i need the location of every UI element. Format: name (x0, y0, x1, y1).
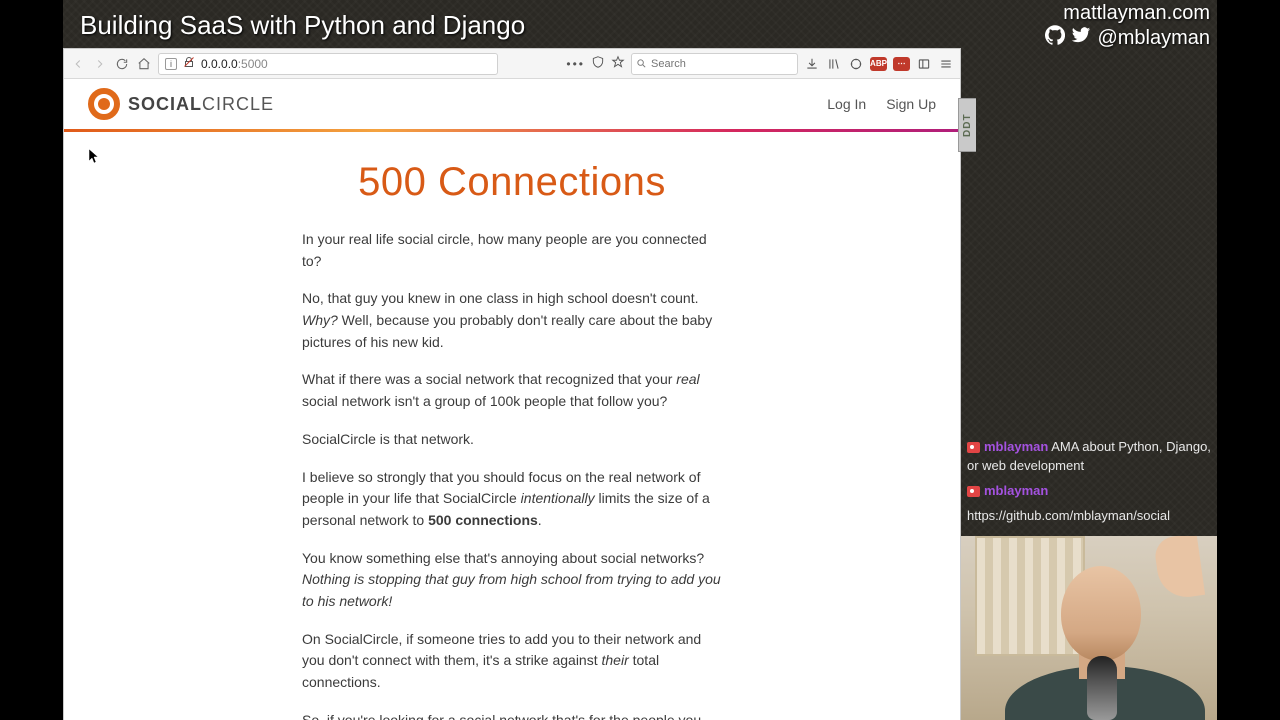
browser-toolbar: i 0.0.0.0:5000 ••• ABP ⋯ (64, 49, 960, 79)
info-icon[interactable]: i (165, 58, 177, 70)
body-paragraph: On SocialCircle, if someone tries to add… (302, 629, 722, 694)
page-actions-icon[interactable]: ••• (566, 57, 585, 71)
body-paragraph: I believe so strongly that you should fo… (302, 467, 722, 532)
search-input[interactable] (651, 58, 793, 70)
home-button[interactable] (136, 56, 152, 72)
broadcaster-badge-icon (967, 486, 980, 497)
chat-panel: mblayman AMA about Python, Django, or we… (961, 438, 1217, 531)
library-icon[interactable] (826, 56, 842, 72)
stream-site: mattlayman.com (1045, 2, 1210, 25)
back-button[interactable] (70, 56, 86, 72)
stream-handle: @mblayman (1097, 27, 1210, 50)
login-link[interactable]: Log In (827, 96, 866, 112)
body-paragraph: No, that guy you knew in one class in hi… (302, 288, 722, 353)
bookmark-star-icon[interactable] (611, 55, 625, 72)
abp-extension-icon[interactable]: ABP (870, 57, 887, 71)
stream-right-column: mblayman AMA about Python, Django, or we… (961, 48, 1217, 720)
header-divider (64, 129, 960, 132)
downloads-icon[interactable] (804, 56, 820, 72)
reload-button[interactable] (114, 56, 130, 72)
signup-link[interactable]: Sign Up (886, 96, 936, 112)
body-paragraph: SocialCircle is that network. (302, 429, 722, 451)
tracking-shield-icon[interactable] (591, 55, 605, 72)
forward-button[interactable] (92, 56, 108, 72)
logo-icon (88, 88, 120, 120)
site-logo[interactable]: SOCIALCIRCLE (88, 88, 274, 120)
page-headline: 500 Connections (302, 160, 722, 205)
logo-text: SOCIALCIRCLE (128, 94, 274, 115)
body-paragraph: So, if you're looking for a social netwo… (302, 710, 722, 720)
search-box[interactable] (631, 53, 798, 75)
url-text: 0.0.0.0:5000 (201, 57, 268, 71)
webcam-feed (961, 536, 1217, 720)
body-paragraph: You know something else that's annoying … (302, 548, 722, 613)
chat-link[interactable]: https://github.com/mblayman/social (967, 507, 1211, 526)
site-header: SOCIALCIRCLE Log In Sign Up (64, 79, 960, 129)
url-input[interactable] (274, 57, 491, 71)
chat-message: mblayman (967, 482, 1211, 501)
body-paragraph: What if there was a social network that … (302, 369, 722, 412)
extension-icon[interactable]: ⋯ (893, 57, 910, 71)
pocket-icon[interactable] (848, 56, 864, 72)
webpage-content: SOCIALCIRCLE Log In Sign Up 500 Connecti… (64, 79, 960, 720)
insecure-lock-icon (183, 56, 195, 71)
broadcaster-badge-icon (967, 442, 980, 453)
url-bar[interactable]: i 0.0.0.0:5000 (158, 53, 498, 75)
body-paragraph: In your real life social circle, how man… (302, 229, 722, 272)
chat-username[interactable]: mblayman (984, 439, 1048, 454)
stream-handle-block: mattlayman.com @mblayman (1045, 2, 1210, 51)
stream-title: Building SaaS with Python and Django (80, 10, 525, 41)
chat-username[interactable]: mblayman (984, 483, 1048, 498)
browser-window: i 0.0.0.0:5000 ••• ABP ⋯ SOCIALCIRCLE Lo… (63, 48, 961, 720)
chat-message: mblayman AMA about Python, Django, or we… (967, 438, 1211, 476)
sidebar-toggle-icon[interactable] (916, 56, 932, 72)
hamburger-menu-icon[interactable] (938, 56, 954, 72)
mouse-cursor-icon (89, 149, 99, 164)
